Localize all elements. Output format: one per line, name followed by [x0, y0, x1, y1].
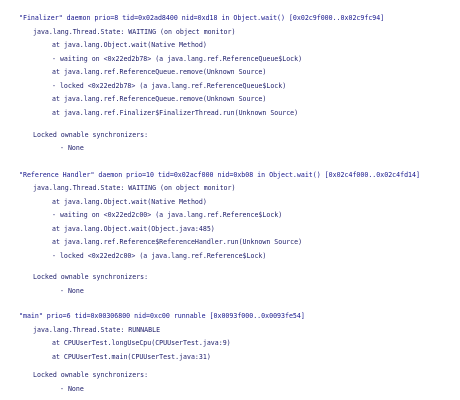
thread-state: java.lang.Thread.State: WAITING (on obje…	[33, 184, 236, 192]
thread-state: java.lang.Thread.State: RUNNABLE	[33, 326, 161, 334]
stack-frame: - locked <0x22ed2b78> (a java.lang.ref.R…	[52, 82, 287, 90]
sync-label: Locked ownable synchronizers:	[33, 371, 149, 379]
thread-state: java.lang.Thread.State: WAITING (on obje…	[33, 28, 236, 36]
stack-frame: at CPUUserTest.longUseCpu(CPUUserTest.ja…	[52, 339, 231, 347]
stack-frame: at java.lang.ref.ReferenceQueue.remove(U…	[52, 95, 267, 103]
stack-frame: - waiting on <0x22ed2c00> (a java.lang.r…	[52, 211, 283, 219]
stack-frame: at java.lang.ref.Reference$ReferenceHand…	[52, 238, 303, 246]
stack-frame: - locked <0x22ed2c00> (a java.lang.ref.R…	[52, 252, 267, 260]
sync-value: - None	[60, 144, 84, 152]
sync-label: Locked ownable synchronizers:	[33, 131, 149, 139]
thread-header: "main" prio=6 tid=0x00306800 nid=0xc00 r…	[19, 312, 305, 320]
sync-value: - None	[60, 385, 84, 393]
sync-label: Locked ownable synchronizers:	[33, 273, 149, 281]
stack-frame: at java.lang.Object.wait(Object.java:485…	[52, 225, 215, 233]
stack-frame: - waiting on <0x22ed2b78> (a java.lang.r…	[52, 55, 303, 63]
stack-frame: at java.lang.ref.Finalizer$FinalizerThre…	[52, 109, 299, 117]
thread-header: "Finalizer" daemon prio=8 tid=0x02ad8400…	[19, 14, 385, 22]
stack-frame: at CPUUserTest.main(CPUUserTest.java:31)	[52, 353, 211, 361]
thread-header: "Reference Handler" daemon prio=10 tid=0…	[19, 171, 420, 179]
sync-value: - None	[60, 287, 84, 295]
stack-frame: at java.lang.ref.ReferenceQueue.remove(U…	[52, 68, 267, 76]
thread-dump-text: "Finalizer" daemon prio=8 tid=0x02ad8400…	[0, 0, 460, 400]
stack-frame: at java.lang.Object.wait(Native Method)	[52, 41, 207, 49]
stack-frame: at java.lang.Object.wait(Native Method)	[52, 198, 207, 206]
